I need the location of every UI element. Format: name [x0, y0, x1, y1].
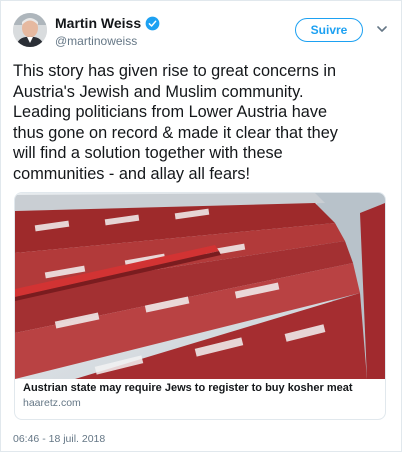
- author-names: Martin Weiss @martinoweiss: [55, 15, 160, 48]
- follow-button[interactable]: Suivre: [295, 18, 363, 42]
- tweet-text-line: This story has given rise to great conce…: [13, 62, 337, 80]
- tweet-text-line: thus gone on record & made it clear that…: [13, 123, 338, 142]
- link-domain: haaretz.com: [23, 397, 81, 409]
- link-meta: Austrian state may require Jews to regis…: [23, 382, 377, 409]
- tweet-text: This story has given rise to great conce…: [13, 61, 395, 184]
- avatar-image: [13, 13, 47, 47]
- avatar[interactable]: [13, 13, 47, 47]
- display-name[interactable]: Martin Weiss: [55, 15, 141, 31]
- chevron-down-icon[interactable]: [377, 25, 387, 33]
- link-title[interactable]: Austrian state may require Jews to regis…: [23, 382, 377, 394]
- link-preview-card[interactable]: Austrian state may require Jews to regis…: [14, 192, 386, 420]
- tweet-text-line: communities - and allay all fears!: [13, 164, 251, 183]
- tweet-text-line: will find a solution together with these: [13, 144, 283, 162]
- tweet-header: Martin Weiss @martinoweiss Suivre: [13, 13, 389, 53]
- user-handle[interactable]: @martinoweiss: [55, 34, 160, 48]
- tweet-text-line: Austria's Jewish and Muslim community.: [13, 82, 304, 101]
- tweet-card: Martin Weiss @martinoweiss Suivre This s…: [0, 0, 402, 452]
- verified-badge-icon: [145, 16, 160, 30]
- tweet-timestamp[interactable]: 06:46 - 18 juil. 2018: [13, 433, 105, 445]
- link-preview-image: [15, 193, 385, 379]
- tweet-text-line: Leading politicians from Lower Austria h…: [13, 103, 328, 121]
